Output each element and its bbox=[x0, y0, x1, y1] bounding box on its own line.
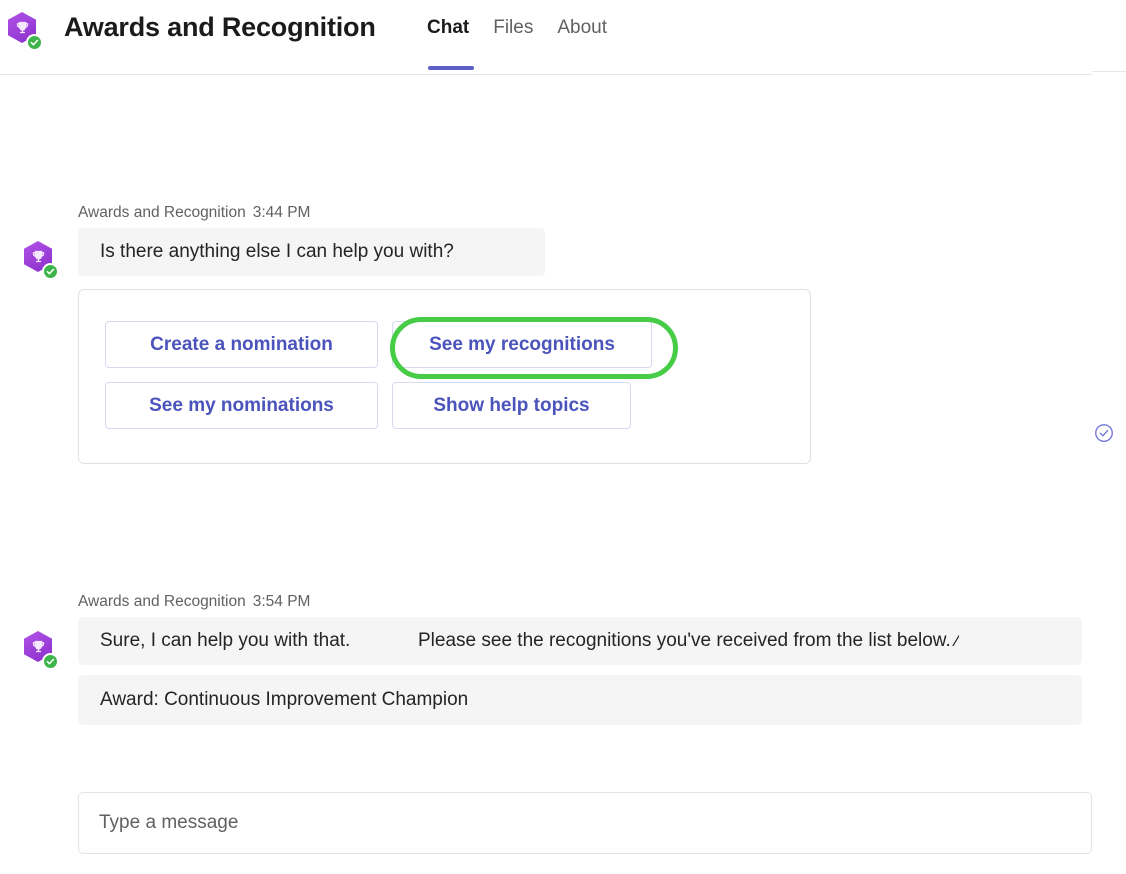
create-a-nomination-button[interactable]: Create a nomination bbox=[105, 321, 378, 368]
tabstrip: Chat Files About bbox=[427, 17, 631, 39]
app-header: Awards and Recognition Chat Files About bbox=[0, 0, 1126, 75]
tab-about[interactable]: About bbox=[557, 17, 631, 39]
message-input[interactable] bbox=[79, 812, 1091, 834]
message-timestamp: 3:44 PM bbox=[252, 204, 311, 221]
seen-check-circle-icon bbox=[1093, 422, 1115, 444]
message-timestamp: 3:54 PM bbox=[252, 593, 311, 610]
app-avatar bbox=[6, 12, 43, 51]
message-bubble: Sure, I can help you with that. bbox=[78, 617, 401, 665]
message-composer[interactable] bbox=[78, 792, 1092, 854]
message-author: Awards and Recognition bbox=[78, 593, 246, 610]
message-bubble: Is there anything else I can help you wi… bbox=[78, 228, 545, 276]
message-text: Please see the recognitions you've recei… bbox=[418, 630, 960, 651]
award-text: Award: Continuous Improvement Champion bbox=[100, 689, 469, 710]
suggested-actions-list: Create a nomination See my recognitions … bbox=[105, 321, 665, 429]
presence-available-icon bbox=[42, 653, 59, 670]
award-message-bubble: Award: Continuous Improvement Champion bbox=[78, 675, 1082, 725]
tab-chat[interactable]: Chat bbox=[427, 17, 493, 39]
presence-available-icon bbox=[26, 34, 43, 51]
see-my-nominations-button[interactable]: See my nominations bbox=[105, 382, 378, 429]
message-meta: Awards and Recognition 3:54 PM bbox=[78, 593, 310, 611]
avatar bbox=[22, 241, 59, 280]
suggested-actions-card: Create a nomination See my recognitions … bbox=[78, 289, 811, 464]
message-meta: Awards and Recognition 3:44 PM bbox=[78, 204, 310, 222]
presence-available-icon bbox=[42, 263, 59, 280]
see-my-recognitions-button[interactable]: See my recognitions bbox=[392, 321, 652, 368]
tab-files[interactable]: Files bbox=[493, 17, 557, 39]
header-divider-tail bbox=[1092, 71, 1126, 72]
chat-message-list[interactable]: Awards and Recognition 3:44 PM Is there a… bbox=[0, 75, 1126, 775]
message-text: Sure, I can help you with that. bbox=[100, 630, 351, 651]
message-text: Is there anything else I can help you wi… bbox=[100, 241, 454, 262]
message-author: Awards and Recognition bbox=[78, 204, 246, 221]
active-tab-indicator bbox=[428, 66, 474, 70]
show-help-topics-button[interactable]: Show help topics bbox=[392, 382, 631, 429]
avatar bbox=[22, 631, 59, 670]
page-title: Awards and Recognition bbox=[64, 12, 376, 42]
